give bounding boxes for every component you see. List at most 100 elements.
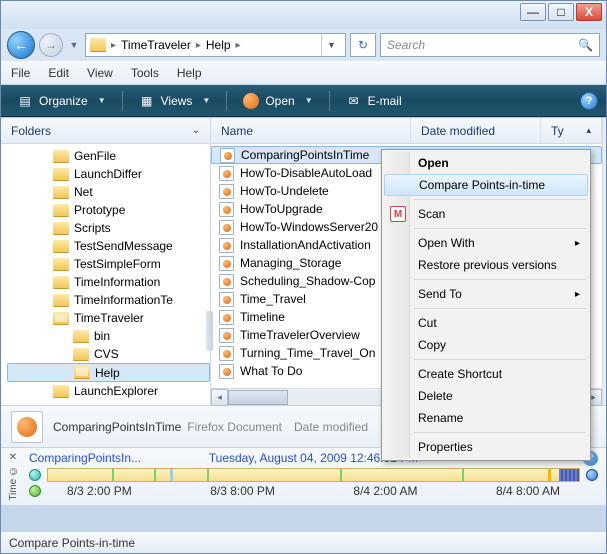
file-name: Turning_Time_Travel_On [240, 346, 375, 360]
folder-icon [73, 348, 89, 361]
maximize-button[interactable]: □ [548, 3, 574, 21]
tree-item[interactable]: GenFile [7, 147, 210, 165]
tree-item[interactable]: TestSimpleForm [7, 255, 210, 273]
context-menu-separator [414, 228, 586, 229]
context-menu-separator [414, 359, 586, 360]
document-icon [219, 328, 234, 343]
file-name: Time_Travel [240, 292, 306, 306]
context-menu-separator [414, 199, 586, 200]
tree-item[interactable]: Help [7, 363, 210, 382]
timeline-close-button[interactable]: ✕ [9, 452, 17, 463]
menu-tools[interactable]: Tools [131, 66, 159, 80]
tree-item[interactable]: TestSendMessage [7, 237, 210, 255]
cm-rename[interactable]: Rename [384, 407, 588, 429]
search-placeholder: Search [387, 38, 425, 52]
cm-shortcut[interactable]: Create Shortcut [384, 363, 588, 385]
tree-item[interactable]: TimeInformation [7, 273, 210, 291]
file-name: HowTo-DisableAutoLoad [240, 166, 372, 180]
timeline-side-label: Time © [8, 465, 19, 501]
scroll-thumb[interactable] [228, 390, 288, 405]
folder-icon [53, 294, 69, 307]
breadcrumb-item[interactable]: Help [206, 38, 231, 52]
tree-item[interactable]: LaunchDiffer [7, 165, 210, 183]
tree-item[interactable]: Net [7, 183, 210, 201]
document-icon [219, 274, 234, 289]
menu-help[interactable]: Help [177, 66, 202, 80]
refresh-button[interactable]: ↻ [350, 33, 376, 57]
document-icon [219, 292, 234, 307]
nav-history-dropdown[interactable]: ▼ [67, 35, 81, 55]
search-input[interactable]: Search 🔍 [380, 33, 600, 57]
organize-button[interactable]: ▤ Organize ▼ [9, 89, 114, 113]
tree-item-label: TimeInformationTe [74, 293, 173, 307]
search-icon: 🔍 [578, 38, 593, 52]
timeline-marker-end[interactable] [586, 469, 598, 481]
views-button[interactable]: ▦ Views ▼ [131, 89, 219, 113]
menu-file[interactable]: File [11, 66, 30, 80]
close-button[interactable]: X [576, 3, 602, 21]
document-icon [219, 220, 234, 235]
menu-edit[interactable]: Edit [48, 66, 69, 80]
document-icon [219, 166, 234, 181]
tree-item-label: TimeTraveler [74, 311, 144, 325]
cm-compare[interactable]: Compare Points-in-time [384, 174, 588, 196]
timeline-tick [154, 469, 156, 481]
column-name[interactable]: Name [211, 118, 411, 143]
forward-button[interactable]: → [39, 33, 63, 57]
help-button[interactable]: ? [580, 92, 598, 110]
document-icon [219, 256, 234, 271]
minimize-button[interactable]: — [520, 3, 546, 21]
minimize-icon: — [527, 5, 539, 19]
menu-view[interactable]: View [87, 66, 113, 80]
folder-icon [90, 38, 106, 52]
cm-open[interactable]: Open [384, 152, 588, 174]
tree-item[interactable]: TimeInformationTe [7, 291, 210, 309]
scroll-left-arrow[interactable]: ◂ [211, 389, 228, 406]
close-icon: X [585, 5, 593, 19]
context-menu-separator [414, 308, 586, 309]
cm-restore[interactable]: Restore previous versions [384, 254, 588, 276]
email-button[interactable]: ✉ E-mail [338, 89, 410, 113]
command-bar: ▤ Organize ▼ ▦ Views ▼ Open ▼ ✉ E-mail ? [1, 85, 606, 117]
tree-item[interactable]: Prototype [7, 201, 210, 219]
open-button[interactable]: Open ▼ [235, 89, 320, 113]
organize-icon: ▤ [17, 93, 33, 109]
window-titlebar: — □ X [1, 1, 606, 29]
address-bar[interactable]: ▸ TimeTraveler ▸ Help ▸ ▼ [85, 33, 346, 57]
column-headers: Name Date modified Ty▴ [211, 118, 602, 144]
tree-item[interactable]: CVS [7, 345, 210, 363]
cm-delete[interactable]: Delete [384, 385, 588, 407]
folder-icon [53, 312, 69, 325]
cm-cut[interactable]: Cut [384, 312, 588, 334]
cm-copy[interactable]: Copy [384, 334, 588, 356]
tree-item-label: TestSendMessage [74, 239, 173, 253]
timeline-marker-start[interactable] [29, 469, 41, 481]
folders-header[interactable]: Folders ⌄ [1, 118, 210, 144]
address-dropdown[interactable]: ▼ [321, 34, 341, 56]
timeline-tick [207, 469, 209, 481]
folder-icon [53, 258, 69, 271]
breadcrumb-item[interactable]: TimeTraveler [121, 38, 191, 52]
timeline-now-marker[interactable] [548, 469, 551, 481]
timeline-filename: ComparingPointsIn... [29, 451, 141, 465]
tree-item[interactable]: bin [7, 327, 210, 345]
cm-scan[interactable]: M Scan [384, 203, 588, 225]
timeline-strip[interactable] [47, 468, 580, 482]
vertical-scrollbar[interactable] [602, 118, 606, 405]
cm-send-to[interactable]: Send To▸ [384, 283, 588, 305]
cm-properties[interactable]: Properties [384, 436, 588, 458]
breadcrumb-sep: ▸ [194, 40, 203, 51]
cm-open-with[interactable]: Open With▸ [384, 232, 588, 254]
folder-icon [53, 168, 69, 181]
column-type[interactable]: Ty▴ [541, 118, 602, 143]
back-button[interactable]: ← [7, 31, 35, 59]
tree-item[interactable]: TimeTraveler [7, 309, 210, 327]
timeline-tick [462, 469, 464, 481]
tree-item[interactable]: Scripts [7, 219, 210, 237]
column-date[interactable]: Date modified [411, 118, 541, 143]
folder-icon [53, 186, 69, 199]
timeline-end-block [559, 469, 579, 481]
folders-header-label: Folders [11, 124, 51, 138]
timeline-marker-green[interactable] [29, 485, 41, 497]
tree-item[interactable]: LaunchExplorer [7, 382, 210, 400]
